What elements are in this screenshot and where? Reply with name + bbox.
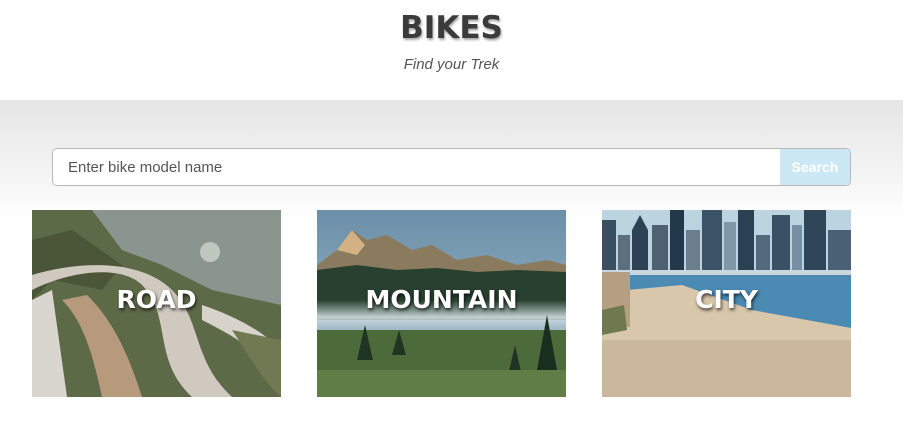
category-card-mountain[interactable]: MOUNTAIN (317, 210, 566, 397)
category-card-road[interactable]: ROAD (32, 210, 281, 397)
page-header: BIKES Find your Trek (0, 0, 903, 100)
page-subtitle: Find your Trek (403, 56, 500, 73)
category-label: MOUNTAIN (365, 285, 518, 314)
category-label: CITY (695, 285, 758, 314)
category-card-city[interactable]: CITY (602, 210, 851, 397)
page-title: BIKES (400, 10, 503, 46)
search-input[interactable] (53, 149, 780, 185)
category-label: ROAD (116, 285, 197, 314)
search-button[interactable]: Search (780, 149, 850, 185)
search-bar: Search (52, 148, 851, 186)
